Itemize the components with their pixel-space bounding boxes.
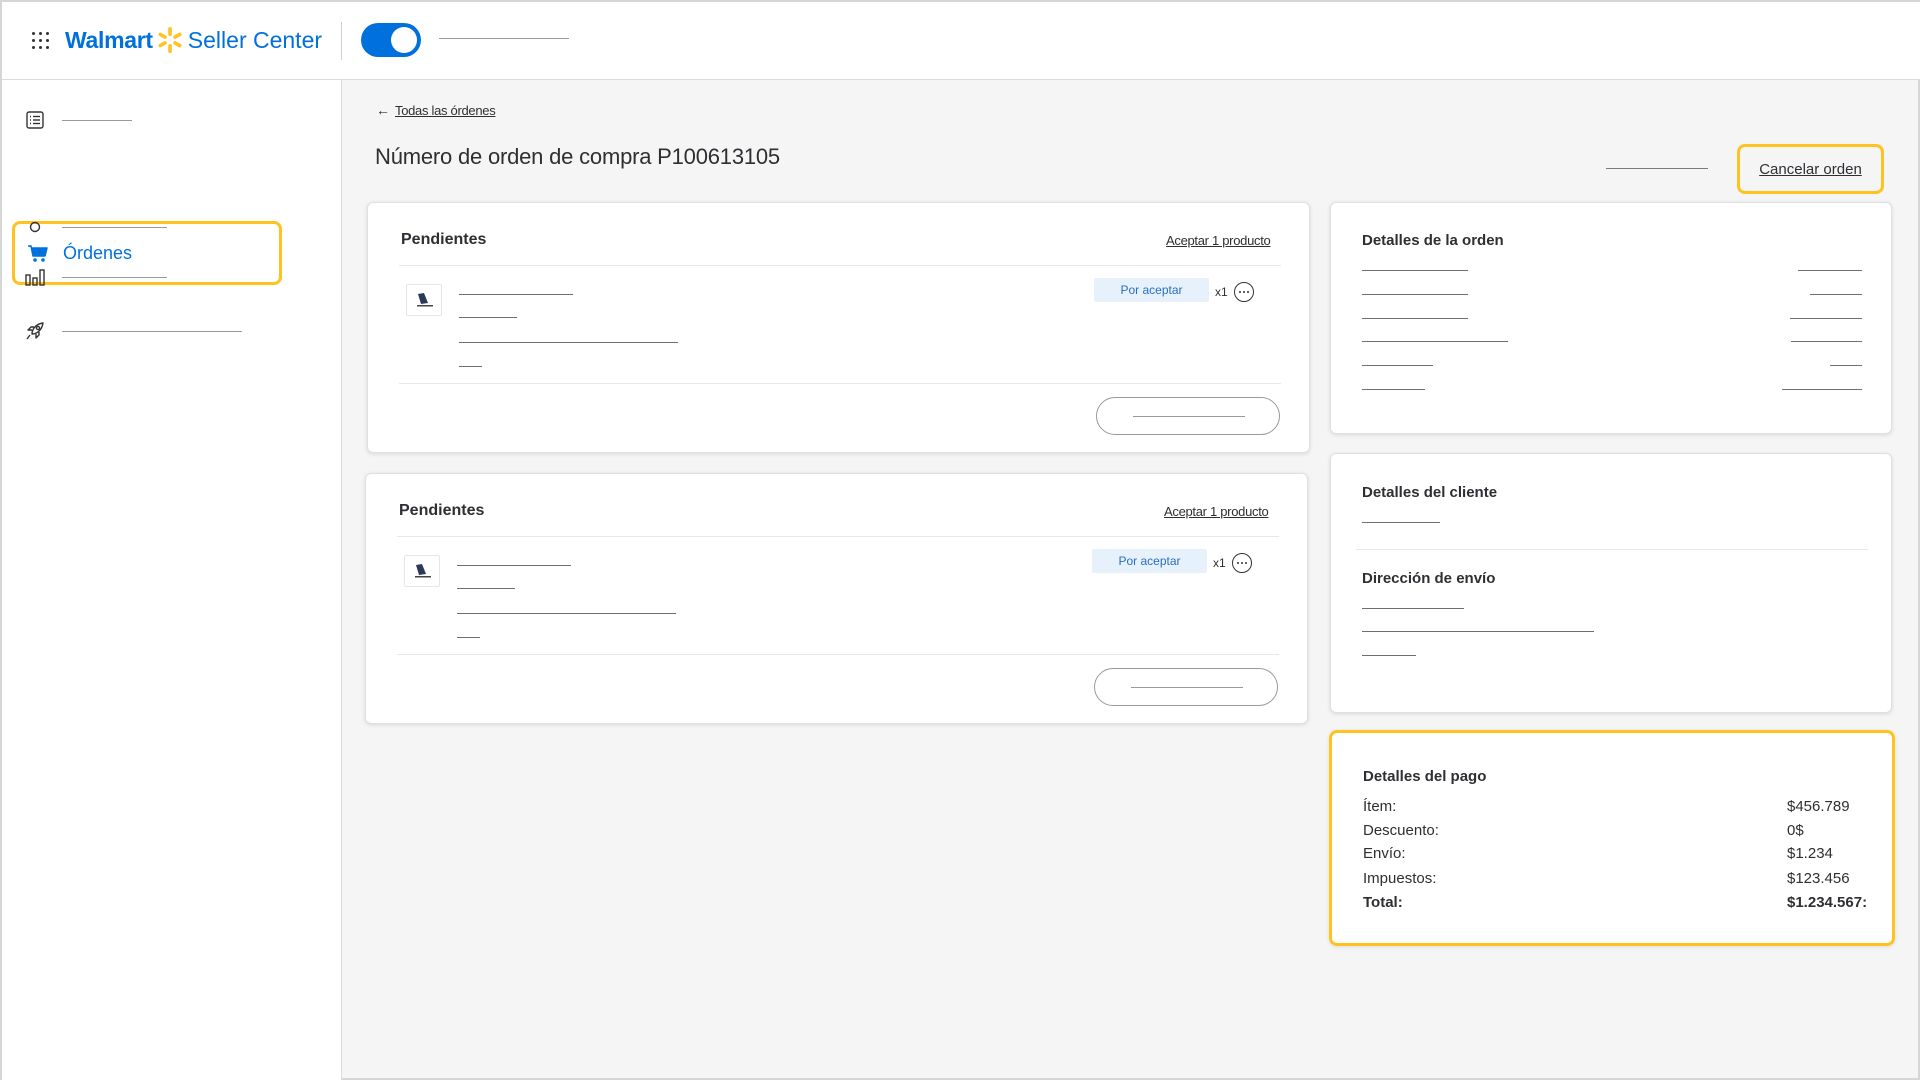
address-line-placeholder [1362, 608, 1464, 609]
product-meta-placeholder [459, 317, 517, 318]
circle-icon [24, 216, 46, 238]
laptop-icon [415, 564, 431, 578]
detail-value-placeholder [1810, 294, 1862, 295]
customer-details-title: Detalles del cliente [1362, 484, 1498, 501]
detail-label-placeholder [1362, 294, 1468, 295]
divider [397, 536, 1279, 537]
customer-name-placeholder [1362, 522, 1440, 523]
status-badge: Por aceptar [1092, 549, 1207, 573]
product-desc-placeholder [459, 342, 678, 343]
top-header: Walmart Seller Center [2, 2, 1920, 80]
sidebar-item-circle[interactable] [24, 216, 167, 238]
customer-details-card: Detalles del cliente Dirección de envío [1330, 453, 1892, 713]
logo-walmart-text: Walmart [65, 26, 153, 53]
more-options-icon[interactable] [1232, 553, 1252, 573]
detail-label-placeholder [1362, 341, 1508, 342]
walmart-seller-center-logo[interactable]: Walmart Seller Center [65, 24, 322, 56]
payment-details-card: Detalles del pago Ítem: $456.789 Descuen… [1329, 730, 1895, 946]
status-badge: Por aceptar [1094, 278, 1209, 302]
product-meta-placeholder [457, 588, 515, 589]
order-card-title: Pendientes [401, 231, 487, 248]
product-action-button[interactable] [1096, 397, 1280, 435]
toggle-knob [391, 27, 417, 53]
product-action-button[interactable] [1094, 668, 1278, 706]
divider [399, 383, 1281, 384]
sidebar-item-placeholder [62, 119, 132, 121]
rocket-icon [24, 320, 46, 342]
logo-seller-center-text: Seller Center [187, 26, 323, 53]
detail-label-placeholder [1362, 389, 1425, 390]
sidebar-item-list[interactable] [24, 109, 132, 131]
product-thumbnail[interactable] [404, 555, 440, 587]
quantity-label: x1 [1215, 285, 1228, 299]
cancel-order-button[interactable]: Cancelar orden [1737, 144, 1884, 194]
header-divider [341, 22, 342, 60]
detail-label-placeholder [1362, 270, 1468, 271]
back-to-all-orders-link[interactable]: ← Todas las órdenes [376, 102, 496, 118]
accept-product-link[interactable]: Aceptar 1 producto [1164, 504, 1269, 519]
detail-value-placeholder [1790, 318, 1862, 319]
sidebar-item-placeholder [62, 330, 242, 332]
detail-value-placeholder [1791, 341, 1862, 342]
divider [1356, 549, 1868, 550]
app-frame: Walmart Seller Center Órdenes ← Todas la… [0, 0, 1920, 1080]
order-details-card: Detalles de la orden [1330, 202, 1892, 434]
order-card-title: Pendientes [399, 502, 485, 519]
accept-product-link[interactable]: Aceptar 1 producto [1166, 233, 1271, 248]
product-desc-placeholder [457, 613, 676, 614]
sidebar: Órdenes [2, 80, 342, 1080]
order-card-pending-1: Pendientes Aceptar 1 producto Por acepta… [367, 202, 1310, 453]
product-name-placeholder [459, 294, 573, 295]
header-placeholder-text [439, 38, 569, 39]
address-line-placeholder [1362, 655, 1416, 656]
page-title: Número de orden de compra P100613105 [375, 144, 780, 169]
spark-icon [158, 27, 182, 53]
sidebar-item-label: Órdenes [63, 242, 133, 263]
list-icon [24, 109, 46, 131]
detail-value-placeholder [1782, 389, 1862, 390]
address-line-placeholder [1362, 631, 1594, 632]
product-thumbnail[interactable] [406, 284, 442, 316]
detail-label-placeholder [1362, 318, 1468, 319]
product-price-placeholder [459, 366, 482, 367]
sidebar-item-placeholder [62, 226, 167, 228]
sidebar-item-growth[interactable] [24, 320, 242, 342]
product-name-placeholder [457, 565, 571, 566]
quantity-label: x1 [1213, 556, 1226, 570]
sidebar-item-analytics[interactable] [24, 266, 167, 288]
more-options-icon[interactable] [1234, 282, 1254, 302]
divider [397, 654, 1279, 655]
detail-value-placeholder [1830, 365, 1862, 366]
laptop-icon [417, 293, 433, 307]
sidebar-item-placeholder [62, 276, 167, 278]
apps-grid-icon[interactable] [32, 32, 49, 49]
title-placeholder-line [1606, 168, 1708, 169]
order-card-pending-2: Pendientes Aceptar 1 producto Por acepta… [365, 473, 1308, 724]
order-details-title: Detalles de la orden [1362, 232, 1504, 249]
arrow-left-icon: ← [376, 102, 390, 118]
cart-icon [27, 242, 49, 264]
bar-chart-icon [24, 266, 46, 288]
detail-label-placeholder [1362, 365, 1433, 366]
divider [399, 265, 1281, 266]
payment-details-title: Detalles del pago [1363, 768, 1487, 785]
detail-value-placeholder [1798, 270, 1862, 271]
shipping-address-title: Dirección de envío [1362, 570, 1496, 587]
mode-toggle[interactable] [361, 23, 421, 57]
product-price-placeholder [457, 637, 480, 638]
